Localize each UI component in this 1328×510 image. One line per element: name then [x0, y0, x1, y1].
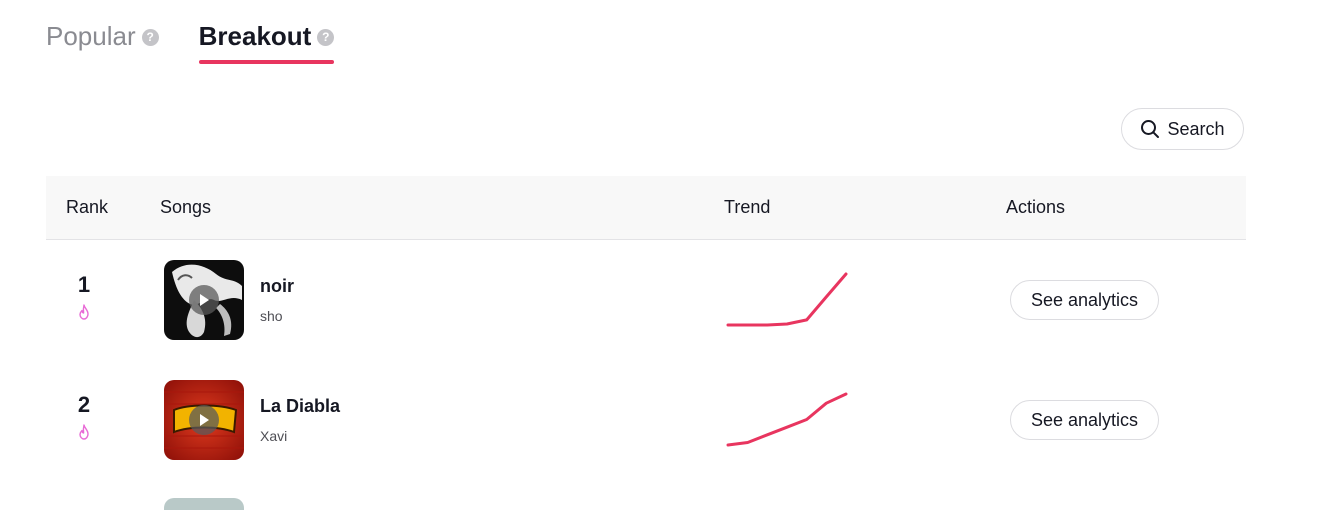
- active-tab-indicator: [198, 60, 335, 64]
- search-icon: [1141, 120, 1160, 138]
- see-analytics-button[interactable]: See analytics: [1010, 400, 1159, 440]
- song-title[interactable]: La Diabla: [260, 396, 340, 417]
- tab-popular[interactable]: Popular ?: [46, 18, 159, 54]
- trend-line: [726, 272, 848, 327]
- song-title[interactable]: noir: [260, 276, 294, 297]
- song-cover[interactable]: [164, 380, 244, 460]
- song-cover[interactable]: [164, 260, 244, 340]
- play-icon[interactable]: [189, 405, 219, 435]
- rank-number: 2: [77, 392, 91, 417]
- table-row: 2 La Diabla Xavi See analytics: [46, 360, 1246, 480]
- fire-icon: [79, 424, 89, 440]
- trend-sparkline: [726, 272, 848, 327]
- question-icon[interactable]: ?: [317, 28, 335, 46]
- see-analytics-label: See analytics: [1030, 289, 1139, 310]
- fire-icon: [79, 304, 89, 320]
- see-analytics-label: See analytics: [1030, 409, 1139, 430]
- header-rank: Rank: [66, 197, 109, 217]
- tab-breakout[interactable]: Breakout ?: [198, 18, 335, 64]
- trend-line: [726, 392, 848, 447]
- search-button[interactable]: Search: [1121, 108, 1244, 150]
- song-artist: sho: [260, 308, 283, 324]
- table-header: Rank Songs Trend Actions: [46, 176, 1246, 240]
- tab-breakout-label: Breakout: [198, 20, 312, 51]
- rank-number: 1: [77, 272, 91, 297]
- song-artist: Xavi: [260, 428, 288, 444]
- chart-tabs: Popular ? Breakout ?: [46, 18, 335, 64]
- question-icon[interactable]: ?: [141, 28, 159, 46]
- header-songs: Songs: [160, 197, 212, 217]
- tab-popular-label: Popular: [46, 20, 136, 51]
- song-cover[interactable]: [164, 498, 244, 510]
- play-icon[interactable]: [189, 285, 219, 315]
- search-label: Search: [1167, 118, 1225, 139]
- header-trend: Trend: [724, 197, 771, 217]
- trend-sparkline: [726, 392, 848, 447]
- see-analytics-button[interactable]: See analytics: [1010, 280, 1159, 320]
- header-actions: Actions: [1006, 197, 1066, 217]
- table-row: 1 noir sho See analytics: [46, 240, 1246, 360]
